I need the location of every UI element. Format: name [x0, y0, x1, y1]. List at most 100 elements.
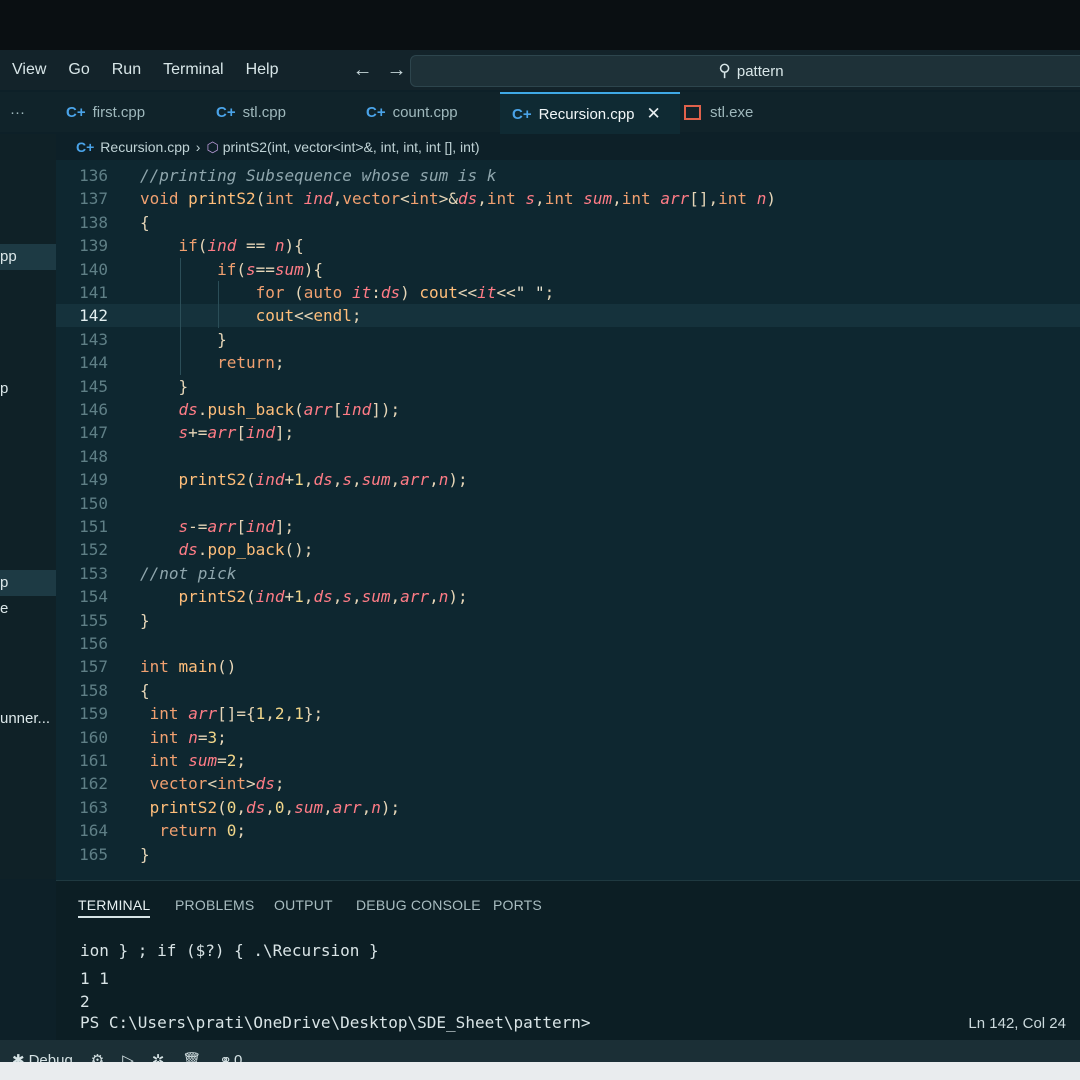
terminal-prompt[interactable]: PS C:\Users\prati\OneDrive\Desktop\SDE_S… — [80, 1013, 591, 1032]
explorer-sidebar: pp p p e unner... — [0, 134, 56, 879]
code-line[interactable]: 150 — [56, 492, 1080, 515]
code-line[interactable]: 139 if(ind == n){ — [56, 234, 1080, 257]
line-number: 152 — [79, 540, 108, 560]
code-line[interactable]: 149 printS2(ind+1,ds,s,sum,arr,n); — [56, 468, 1080, 491]
search-icon: ⚲ — [718, 61, 731, 80]
tab-count-cpp[interactable]: C+ count.cpp — [366, 92, 458, 132]
code-line[interactable]: 152 ds.pop_back(); — [56, 538, 1080, 561]
terminal-line: 1 1 — [80, 969, 109, 988]
breadcrumb-symbol[interactable]: printS2(int, vector<int>&, int, int, int… — [223, 139, 480, 155]
code-line[interactable]: 154 printS2(ind+1,ds,s,sum,arr,n); — [56, 585, 1080, 608]
code-line[interactable]: 144 return; — [56, 351, 1080, 374]
tab-first-cpp[interactable]: C+ first.cpp — [66, 92, 145, 132]
tab-ports[interactable]: PORTS — [493, 897, 542, 913]
code-line[interactable]: 143 } — [56, 328, 1080, 351]
cursor-position[interactable]: Ln 142, Col 24 — [968, 1015, 1066, 1032]
close-icon[interactable]: ✕ — [646, 104, 660, 124]
line-number: 140 — [79, 259, 108, 279]
cpp-file-icon: C+ — [66, 103, 86, 121]
tab-recursion-cpp[interactable]: C+ Recursion.cpp ✕ — [500, 92, 680, 134]
sidebar-item[interactable]: p — [0, 570, 56, 596]
code-line[interactable]: 147 s+=arr[ind]; — [56, 421, 1080, 444]
line-number: 151 — [79, 517, 108, 536]
code-line[interactable]: 161 int sum=2; — [56, 749, 1080, 772]
menu-go[interactable]: Go — [68, 61, 89, 79]
forward-arrow-icon[interactable]: → — [386, 59, 406, 82]
line-number: 162 — [79, 774, 108, 794]
tab-label: stl.exe — [710, 103, 754, 121]
editor-tabs: ··· C+ first.cpp C+ stl.cpp C+ count.cpp C+… — [0, 92, 1080, 134]
code-line[interactable]: 155} — [56, 609, 1080, 632]
code-text: //not pick — [140, 563, 237, 583]
menu-run[interactable]: Run — [112, 61, 141, 79]
line-number: 156 — [79, 634, 108, 653]
code-text: ds.push_back(arr[ind]); — [178, 400, 401, 419]
line-number: 150 — [79, 493, 108, 513]
code-line[interactable]: 140 if(s==sum){ — [56, 258, 1080, 281]
terminal-line: 2 — [80, 992, 90, 1011]
tab-debug-console[interactable]: DEBUG CONSOLE — [356, 897, 481, 913]
sidebar-item[interactable]: unner... — [0, 710, 50, 727]
sidebar-item-label: p — [0, 380, 9, 397]
tabs-overflow-button[interactable]: ··· — [10, 92, 25, 132]
code-line[interactable]: 136 //printing Subsequence whose sum is k — [56, 164, 1080, 187]
tab-terminal[interactable]: TERMINAL — [78, 897, 151, 918]
line-number: 148 — [79, 446, 108, 466]
code-line[interactable]: 153 //not pick — [56, 562, 1080, 585]
code-line[interactable]: 162 vector<int>ds; — [56, 772, 1080, 795]
menu-terminal[interactable]: Terminal — [163, 61, 223, 79]
code-text: } — [140, 844, 150, 864]
line-number: 165 — [79, 844, 108, 864]
menu-view[interactable]: View — [12, 61, 46, 79]
code-line[interactable]: 157 int main() — [56, 655, 1080, 678]
line-number: 139 — [79, 236, 108, 256]
code-text: } — [140, 610, 150, 630]
tab-stl-exe[interactable]: stl.exe — [684, 92, 753, 132]
code-line[interactable]: 142 cout<<endl; — [56, 304, 1080, 328]
back-arrow-icon[interactable]: ← — [352, 59, 372, 82]
sidebar-item-label: pp — [0, 248, 17, 265]
cpp-file-icon: C+ — [76, 139, 95, 155]
tab-label: first.cpp — [92, 103, 146, 121]
line-number: 136 — [79, 166, 108, 185]
code-line[interactable]: 148 — [56, 445, 1080, 468]
cpp-file-icon: C+ — [512, 105, 532, 123]
code-editor[interactable]: 136 //printing Subsequence whose sum is k… — [56, 160, 1080, 880]
sidebar-item[interactable]: p — [0, 380, 8, 397]
code-line[interactable]: 160 int n=3; — [56, 726, 1080, 749]
code-line[interactable]: 165} — [56, 843, 1080, 866]
sidebar-item-label: unner... — [0, 710, 51, 727]
code-line[interactable]: 164 return 0; — [56, 819, 1080, 842]
command-center-search[interactable]: ⚲ pattern — [410, 55, 1080, 87]
bottom-panel: TERMINAL PROBLEMS OUTPUT DEBUG CONSOLE P… — [56, 880, 1080, 1041]
line-number: 143 — [79, 329, 108, 349]
tab-stl-cpp[interactable]: C+ stl.cpp — [216, 92, 286, 132]
line-number: 147 — [79, 423, 108, 443]
menu-bar: View Go Run Terminal Help ← → ⚲ pattern — [0, 50, 1080, 90]
code-text: return 0; — [159, 821, 246, 841]
sidebar-item[interactable]: e — [0, 600, 8, 617]
line-number: 137 — [79, 189, 108, 209]
code-line[interactable]: 158 { — [56, 679, 1080, 702]
code-line[interactable]: 146 ds.push_back(arr[ind]); — [56, 398, 1080, 421]
code-text: int sum=2; — [149, 751, 247, 770]
tab-output[interactable]: OUTPUT — [274, 897, 333, 913]
sidebar-item[interactable]: pp — [0, 244, 56, 270]
code-line[interactable]: 138 { — [56, 211, 1080, 234]
breadcrumb-file[interactable]: Recursion.cpp — [100, 139, 190, 155]
code-line[interactable]: 145 } — [56, 375, 1080, 398]
code-line[interactable]: 156 — [56, 632, 1080, 655]
terminal-line: ion } ; if ($?) { .\Recursion } — [80, 941, 379, 960]
code-line[interactable]: 163 printS2(0,ds,0,sum,arr,n); — [56, 796, 1080, 819]
code-line[interactable]: 159 int arr[]={1,2,1}; — [56, 702, 1080, 725]
code-line[interactable]: 141 for (auto it:ds) cout<<it<<" "; — [56, 281, 1080, 304]
line-number: 141 — [79, 283, 108, 302]
tab-problems[interactable]: PROBLEMS — [175, 897, 254, 913]
code-text: { — [140, 212, 150, 232]
line-number: 154 — [79, 587, 108, 607]
code-text: printS2(ind+1,ds,s,sum,arr,n); — [178, 470, 468, 490]
menu-help[interactable]: Help — [246, 61, 279, 79]
line-number: 149 — [79, 470, 108, 490]
code-line[interactable]: 151 s-=arr[ind]; — [56, 515, 1080, 538]
code-line[interactable]: 137 void printS2(int ind,vector<int>&ds,i… — [56, 187, 1080, 210]
